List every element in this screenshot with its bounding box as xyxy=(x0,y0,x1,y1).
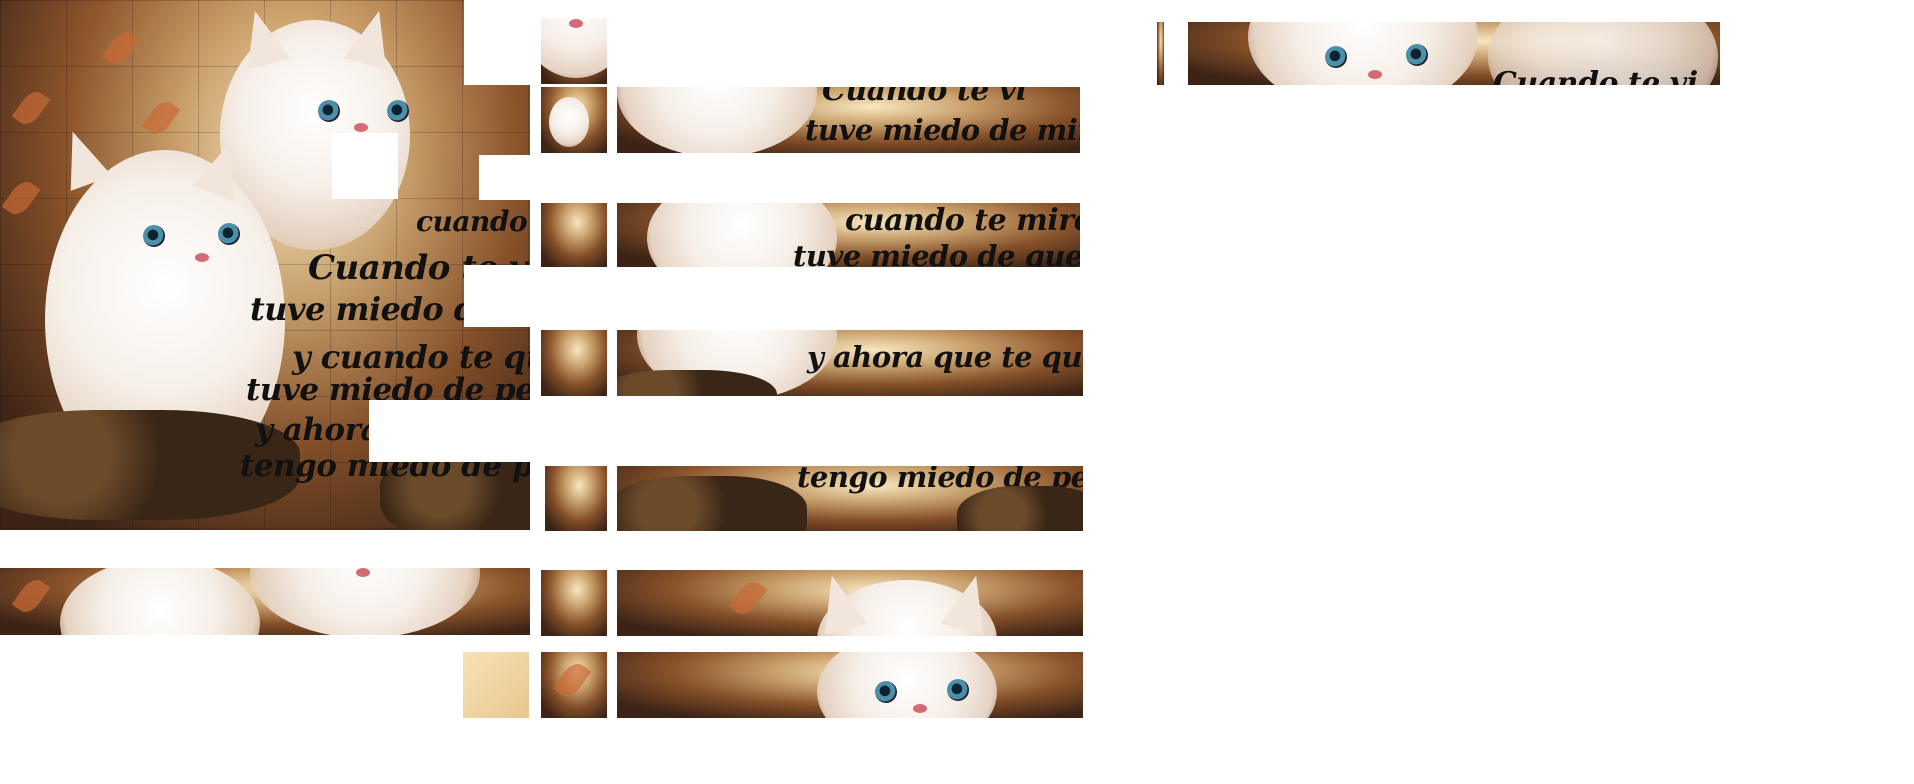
kitten-eye xyxy=(143,225,165,247)
puzzle-piece-strip[interactable]: Cuando te vi xyxy=(1188,22,1720,85)
puzzle-piece-strip[interactable]: tengo miedo de perderte xyxy=(617,466,1083,531)
puzzle-piece-strip[interactable]: cuando te mire tuve miedo de quererte, xyxy=(617,203,1080,267)
puzzle-piece[interactable] xyxy=(541,570,607,636)
poem-line: y ahora que te quiero xyxy=(807,340,1083,374)
poem-line: Cuando te vi xyxy=(1493,66,1698,85)
leaf-decoration xyxy=(101,26,141,70)
puzzle-piece-strip[interactable] xyxy=(617,570,1083,636)
branch xyxy=(617,476,807,531)
kitten-eye xyxy=(218,223,240,245)
kitten-nose xyxy=(195,253,209,262)
puzzle-piece-strip[interactable] xyxy=(617,652,1083,718)
leaf-decoration xyxy=(11,86,51,130)
puzzle-piece-strip[interactable]: y ahora que te quiero xyxy=(617,330,1083,396)
poem-line: cuando te mire xyxy=(845,203,1080,238)
puzzle-piece-strip[interactable]: Cuando te vi tuve miedo de mirarte, xyxy=(617,87,1080,153)
empty-slot[interactable] xyxy=(464,0,530,85)
puzzle-piece[interactable] xyxy=(1157,22,1164,85)
empty-slot[interactable] xyxy=(479,155,530,200)
kitten-fur xyxy=(60,568,260,635)
puzzle-board: cuando te mire Cuando te vi tuve miedo d… xyxy=(0,0,530,530)
leaf-decoration xyxy=(141,96,181,140)
kitten-fur xyxy=(250,568,480,635)
kitten-eye xyxy=(1325,46,1347,68)
leaf-decoration xyxy=(728,576,768,620)
kitten-fur xyxy=(549,97,589,147)
puzzle-piece-strip[interactable] xyxy=(0,568,530,635)
poem-line: Cuando te vi xyxy=(822,87,1027,108)
kitten-eye xyxy=(947,679,969,701)
kitten-nose xyxy=(913,704,927,713)
empty-slot[interactable] xyxy=(332,133,398,199)
puzzle-piece[interactable] xyxy=(541,652,607,718)
empty-slot[interactable] xyxy=(464,265,530,327)
kitten-nose xyxy=(1368,70,1382,79)
kitten-fur xyxy=(1248,22,1478,85)
kitten-nose xyxy=(569,19,583,28)
poem-line: y cuando te quiero xyxy=(292,338,530,376)
kitten-eye xyxy=(387,100,409,122)
empty-slot[interactable] xyxy=(369,400,530,462)
poem-line: cuando te mire xyxy=(416,205,530,238)
poem-line: tuve miedo de mirarte, xyxy=(805,113,1080,147)
puzzle-piece[interactable] xyxy=(541,330,607,396)
puzzle-piece[interactable] xyxy=(541,203,607,267)
leaf-decoration xyxy=(552,658,592,702)
puzzle-piece[interactable] xyxy=(541,87,607,153)
leaf-decoration xyxy=(11,574,51,618)
puzzle-piece[interactable] xyxy=(541,18,607,84)
kitten-nose xyxy=(356,568,370,577)
kitten-eye xyxy=(875,681,897,703)
branch xyxy=(957,486,1083,531)
leaf-decoration xyxy=(1,176,41,220)
puzzle-piece[interactable] xyxy=(463,652,529,718)
kitten-fur xyxy=(617,87,817,153)
kitten-eye xyxy=(1406,44,1428,66)
kitten-fur xyxy=(817,652,997,718)
kitten-nose xyxy=(354,123,368,132)
kitten-eye xyxy=(318,100,340,122)
poem-line: tuve miedo de quererte, xyxy=(793,239,1080,267)
puzzle-piece[interactable] xyxy=(545,466,607,531)
kitten-ear xyxy=(343,5,401,70)
